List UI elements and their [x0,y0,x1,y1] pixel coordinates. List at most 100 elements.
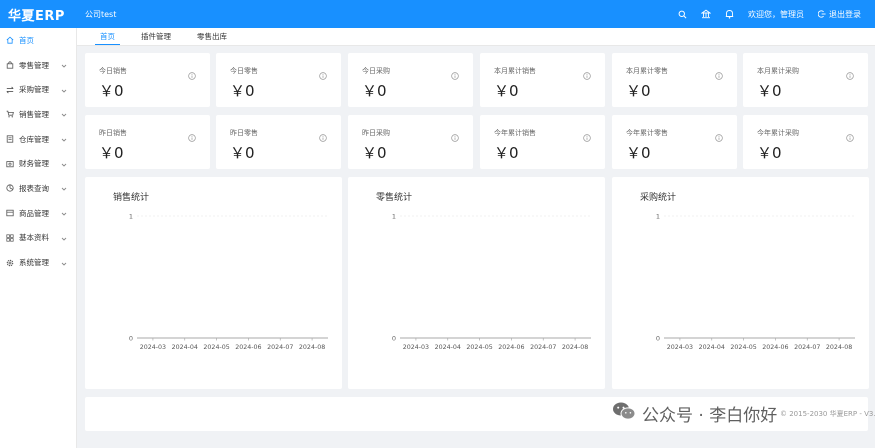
sidebar-item-label: 商品管理 [19,208,49,218]
watermark-text: 公众号 · 李白你好 [642,405,778,426]
info-circle-icon[interactable] [715,127,723,146]
sidebar-item-label: 采购管理 [19,85,49,95]
y-tick-label: 1 [129,213,133,221]
info-circle-icon[interactable] [188,127,196,146]
x-tick-label: 2024-03 [140,344,166,351]
logout-button[interactable]: 退出登录 [818,9,861,20]
sidebar-item-label: 系统管理 [19,258,49,268]
chevron-down-icon [61,62,67,71]
money-icon [6,160,14,168]
sidebar-item-9[interactable]: 系统管理 [0,250,76,275]
app-logo[interactable]: 华夏ERP [0,0,77,28]
stat-card: 本月累计采购 ￥0 [743,53,868,107]
bank-icon[interactable] [701,9,711,19]
info-circle-icon[interactable] [188,65,196,84]
x-tick-label: 2024-06 [498,344,524,351]
x-tick-label: 2024-06 [235,344,261,351]
chevron-down-icon [61,136,67,145]
chart-panel: 销售统计 0 1 2024-03 2024-04 2024-05 2024-06 2024-0… [85,177,342,389]
sidebar-item-label: 基本资料 [19,233,49,243]
chart-panel: 采购统计 0 1 2024-03 2024-04 2024-05 2024-06 2024-0… [612,177,869,389]
x-tick-label: 2024-08 [826,344,852,351]
info-circle-icon[interactable] [846,127,854,146]
info-circle-icon[interactable] [846,65,854,84]
info-circle-icon[interactable] [715,65,723,84]
sidebar-item-3[interactable]: 销售管理 [0,102,76,127]
sidebar-item-4[interactable]: 仓库管理 [0,127,76,152]
stat-card: 今年累计销售 ￥0 [480,115,605,169]
bell-icon[interactable] [725,9,734,19]
tab-2[interactable]: 零售出库 [184,28,240,45]
line-chart: 0 1 2024-03 2024-04 2024-05 2024-06 2024-07 202… [656,213,855,351]
sidebar-item-2[interactable]: 采购管理 [0,77,76,102]
sidebar-item-7[interactable]: 商品管理 [0,201,76,226]
stat-card: 今日零售 ￥0 [216,53,341,107]
stat-title: 今年累计采购 [757,129,799,137]
x-tick-label: 2024-05 [730,344,756,351]
info-circle-icon[interactable] [451,65,459,84]
x-tick-label: 2024-04 [172,344,198,351]
y-tick-label: 1 [392,213,396,221]
chevron-down-icon [61,210,67,219]
sidebar-item-label: 零售管理 [19,60,49,70]
sidebar-item-label: 销售管理 [19,109,49,119]
stat-card: 今年累计采购 ￥0 [743,115,868,169]
tab-bar: 首页 插件管理 零售出库 [77,28,875,46]
stat-card: 本月累计销售 ￥0 [480,53,605,107]
home-icon [6,36,14,44]
sidebar-item-6[interactable]: 报表查询 [0,176,76,201]
x-tick-label: 2024-08 [562,344,588,351]
stat-title: 今日销售 [99,67,127,75]
stat-card: 今日采购 ￥0 [348,53,473,107]
chart-panel: 零售统计 0 1 2024-03 2024-04 2024-05 2024-06 2024-0… [348,177,605,389]
copyright-text: © 2015-2030 华夏ERP - V3.3 [780,410,875,418]
info-circle-icon[interactable] [319,127,327,146]
sidebar-item-label: 仓库管理 [19,134,49,144]
stat-value: ￥0 [230,82,255,100]
stat-card: 今年累计零售 ￥0 [612,115,737,169]
stat-value: ￥0 [99,82,124,100]
sidebar-item-8[interactable]: 基本资料 [0,226,76,251]
stat-card: 昨日零售 ￥0 [216,115,341,169]
header-actions: 欢迎您，管理员 退出登录 [678,0,861,28]
tab-0[interactable]: 首页 [87,28,128,45]
logout-label: 退出登录 [829,9,861,19]
line-chart: 0 1 2024-03 2024-04 2024-05 2024-06 2024-07 202… [129,213,328,351]
top-header: 华夏ERP 公司test 欢迎您，管理员 退出登录 [0,0,875,28]
stat-title: 本月累计销售 [494,67,536,75]
stat-title: 昨日销售 [99,129,127,137]
search-icon[interactable] [678,10,687,19]
appstore-icon [6,234,14,242]
shopping-icon [6,61,14,69]
info-circle-icon[interactable] [451,127,459,146]
sidebar-item-1[interactable]: 零售管理 [0,53,76,78]
swap-icon [6,86,14,94]
y-tick-label: 0 [656,335,660,343]
x-tick-label: 2024-07 [794,344,820,351]
cart-icon [6,110,14,118]
stat-title: 今日零售 [230,67,258,75]
x-tick-label: 2024-03 [667,344,693,351]
stat-title: 今年累计零售 [626,129,668,137]
tab-1[interactable]: 插件管理 [128,28,184,45]
stat-value: ￥0 [230,144,255,162]
chevron-down-icon [61,111,67,120]
sidebar-item-0[interactable]: 首页 [0,28,76,53]
x-tick-label: 2024-07 [267,344,293,351]
sidebar-item-5[interactable]: 财务管理 [0,151,76,176]
x-tick-label: 2024-05 [203,344,229,351]
warehouse-icon [6,135,14,143]
chevron-down-icon [61,87,67,96]
welcome-text[interactable]: 欢迎您，管理员 [748,9,804,20]
stat-title: 今年累计销售 [494,129,536,137]
sidebar-item-label: 报表查询 [19,183,49,193]
info-circle-icon[interactable] [319,65,327,84]
wechat-watermark: 公众号 · 李白你好 [612,398,777,428]
info-circle-icon[interactable] [583,127,591,146]
sidebar-item-label: 财务管理 [19,159,49,169]
stat-value: ￥0 [757,82,782,100]
info-circle-icon[interactable] [583,65,591,84]
stat-value: ￥0 [494,82,519,100]
product-icon [6,209,14,217]
stat-value: ￥0 [626,82,651,100]
